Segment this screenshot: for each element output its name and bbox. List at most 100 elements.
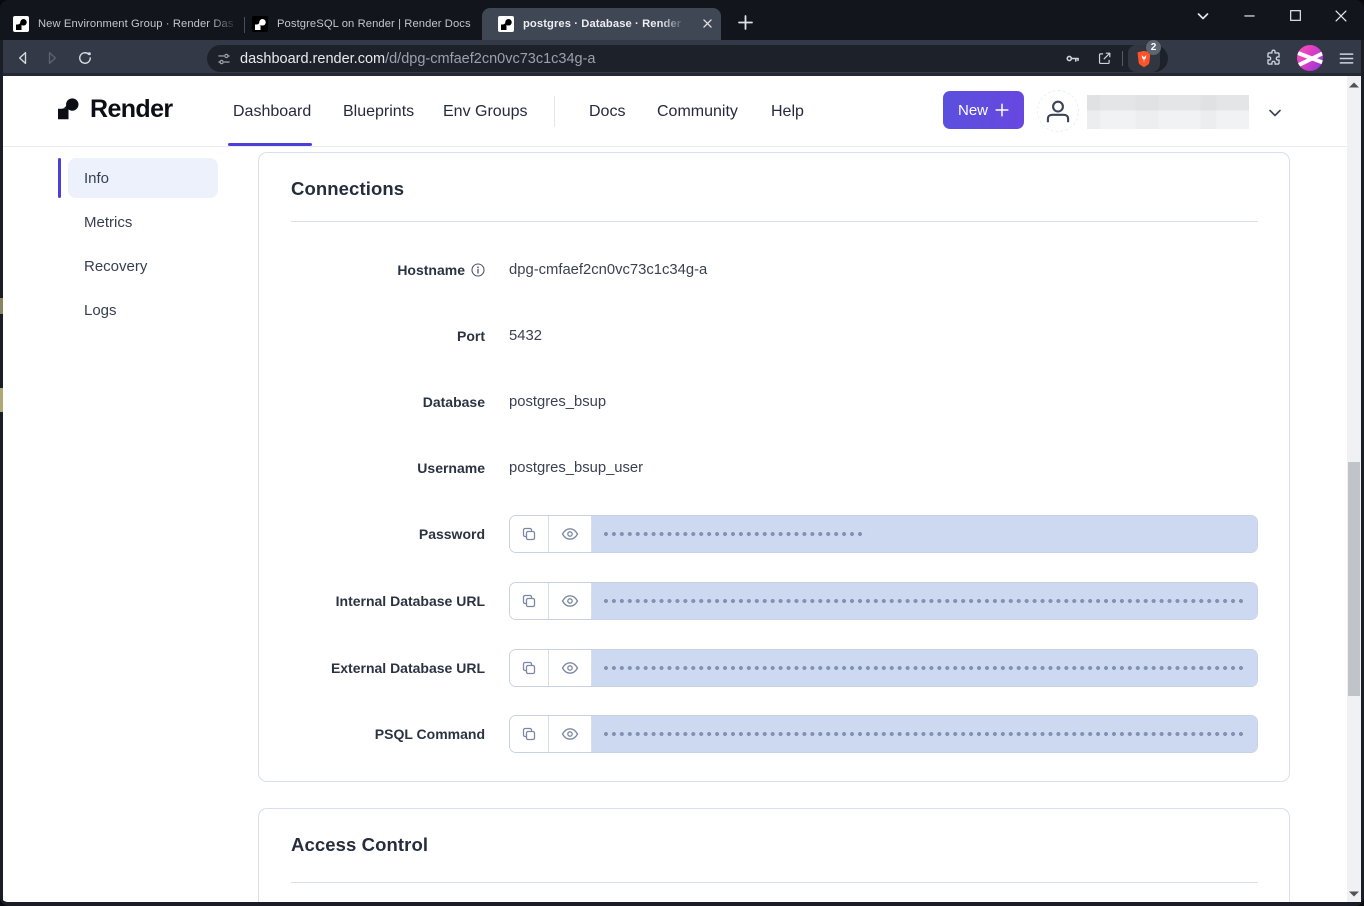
row-value: 5432 (509, 317, 542, 355)
nav-separator (554, 96, 555, 127)
row-value: dpg-cmfaef2cn0vc73c1c34g-a (509, 251, 707, 289)
internal-url-field[interactable] (592, 583, 1257, 619)
connections-title: Connections (291, 178, 404, 200)
nav-help[interactable]: Help (771, 76, 804, 147)
render-favicon-icon (13, 16, 29, 32)
extensions-icon[interactable] (1264, 49, 1283, 68)
secret-value-control (509, 515, 1258, 553)
forward-icon[interactable] (38, 44, 66, 72)
reveal-icon[interactable] (549, 516, 592, 552)
refresh-icon[interactable] (71, 44, 99, 72)
tab-close-icon[interactable] (700, 16, 716, 32)
browser-window: New Environment Group · Render Das Postg… (0, 0, 1364, 906)
nav-env-groups[interactable]: Env Groups (443, 76, 527, 147)
profile-avatar[interactable] (1297, 45, 1323, 71)
divider (291, 221, 1258, 222)
browser-toolbar: dashboard.render.com/d/dpg-cmfaef2cn0vc7… (0, 40, 1364, 76)
menu-icon[interactable] (1337, 49, 1356, 68)
reveal-icon[interactable] (549, 716, 592, 752)
scroll-down-icon[interactable] (1347, 885, 1361, 902)
copy-icon[interactable] (510, 516, 549, 552)
password-field[interactable] (592, 516, 1257, 552)
page-content: Render Dashboard Blueprints Env Groups D… (0, 76, 1364, 902)
plus-icon (995, 103, 1009, 117)
row-label: Password (259, 515, 485, 553)
secret-value-control (509, 715, 1258, 753)
desktop-sliver (0, 298, 3, 314)
window-controls (1180, 0, 1364, 31)
minimize-icon[interactable] (1226, 0, 1272, 33)
share-icon[interactable] (1096, 50, 1113, 67)
reveal-icon[interactable] (549, 650, 592, 686)
nav-community[interactable]: Community (657, 76, 738, 147)
row-label: Username (259, 449, 485, 487)
copy-icon[interactable] (510, 716, 549, 752)
sidebar-item-recovery[interactable]: Recovery (68, 246, 218, 286)
window-frame-left (0, 40, 3, 902)
access-control-title: Access Control (291, 834, 428, 856)
scroll-up-icon[interactable] (1347, 76, 1361, 93)
external-url-field[interactable] (592, 650, 1257, 686)
psql-command-field[interactable] (592, 716, 1257, 752)
shield-badge: 2 (1146, 40, 1161, 55)
row-label: External Database URL (259, 649, 485, 687)
render-logo-icon (58, 98, 79, 120)
reveal-icon[interactable] (549, 583, 592, 619)
brave-shield-icon[interactable]: 2 (1128, 45, 1160, 72)
tab-bar: New Environment Group · Render Das Postg… (0, 0, 1364, 40)
render-logo[interactable]: Render (58, 98, 173, 124)
nav-active-underline (228, 143, 312, 146)
row-psql-command: PSQL Command (259, 715, 1289, 753)
info-icon[interactable] (471, 263, 485, 277)
sidebar-item-logs[interactable]: Logs (68, 290, 218, 330)
sidebar-item-info[interactable]: Info (68, 158, 218, 198)
scrollbar-thumb[interactable] (1348, 462, 1360, 696)
redacted-username (1087, 95, 1249, 129)
tab-fade (660, 8, 693, 40)
copy-icon[interactable] (510, 583, 549, 619)
tab-search-icon[interactable] (1180, 0, 1226, 33)
account-chevron-icon[interactable] (1266, 104, 1284, 122)
row-port: Port 5432 (259, 317, 1289, 355)
render-header: Render Dashboard Blueprints Env Groups D… (0, 76, 1364, 147)
back-icon[interactable] (9, 44, 37, 72)
row-internal-url: Internal Database URL (259, 582, 1289, 620)
masked-dots (602, 516, 866, 552)
divider (291, 882, 1258, 883)
desktop-sliver (0, 388, 3, 412)
page-scrollbar[interactable] (1347, 76, 1361, 902)
sidebar-active-indicator (58, 158, 61, 198)
row-database: Database postgres_bsup (259, 383, 1289, 421)
masked-dots (602, 716, 1245, 752)
row-password: Password (259, 515, 1289, 553)
copy-icon[interactable] (510, 650, 549, 686)
url-separator (1122, 51, 1123, 66)
user-avatar[interactable] (1037, 90, 1079, 132)
sidebar-item-metrics[interactable]: Metrics (68, 202, 218, 242)
new-button[interactable]: New (943, 91, 1024, 129)
new-tab-button[interactable] (736, 13, 755, 32)
row-external-url: External Database URL (259, 649, 1289, 687)
row-value: postgres_bsup_user (509, 449, 643, 487)
row-label: Hostname (259, 251, 465, 289)
masked-dots (602, 650, 1245, 686)
row-value: postgres_bsup (509, 383, 606, 421)
maximize-icon[interactable] (1272, 0, 1318, 33)
tab-separator (244, 17, 245, 33)
access-control-card: Access Control (258, 808, 1290, 906)
url-bar[interactable]: dashboard.render.com/d/dpg-cmfaef2cn0vc7… (207, 45, 1168, 72)
row-label: Port (259, 317, 485, 355)
nav-docs[interactable]: Docs (589, 76, 625, 147)
close-window-icon[interactable] (1318, 0, 1364, 33)
tab-new-environment-group[interactable]: New Environment Group · Render Das (2, 8, 238, 40)
password-key-icon[interactable] (1064, 50, 1081, 67)
tab-postgresql-docs[interactable]: PostgreSQL on Render | Render Docs (252, 8, 478, 40)
nav-blueprints[interactable]: Blueprints (343, 76, 414, 147)
render-favicon-icon (252, 16, 268, 32)
row-label: PSQL Command (259, 715, 485, 753)
row-label: Database (259, 383, 485, 421)
nav-dashboard[interactable]: Dashboard (233, 76, 311, 147)
brand-name: Render (90, 95, 173, 124)
masked-dots (602, 583, 1245, 619)
person-icon (1046, 99, 1070, 123)
